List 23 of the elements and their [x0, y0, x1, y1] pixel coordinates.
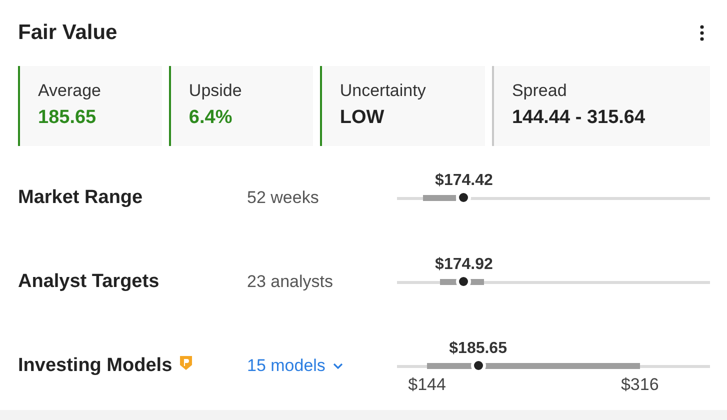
widget-title: Fair Value [18, 21, 118, 45]
more-options-icon [700, 25, 704, 41]
axis-label: $144 [408, 374, 446, 394]
row-label: Investing Models [18, 355, 172, 377]
price-label: $185.65 [449, 340, 507, 358]
metric-label: Upside [188, 81, 243, 101]
metric-label: Uncertainty [340, 81, 427, 101]
metric-value: 144.44 - 315.64 [512, 107, 646, 129]
metric-label: Average [38, 81, 102, 101]
price-label: $174.92 [435, 256, 493, 274]
range-bar [422, 195, 456, 201]
metric-value: LOW [340, 107, 386, 129]
models-link[interactable]: 15 models [247, 356, 344, 376]
row-label: Market Range [18, 187, 143, 209]
price-label: $174.42 [435, 172, 493, 190]
row-detail: 52 weeks [247, 188, 319, 207]
axis-label: $316 [620, 374, 659, 394]
metric-value: 185.65 [38, 107, 98, 129]
row-label: Analyst Targets [18, 271, 160, 293]
row-detail: 23 analysts [247, 272, 333, 291]
metric-value: 6.4% [188, 107, 234, 129]
chevron-down-icon [333, 363, 344, 369]
metric-label: Spread [512, 81, 568, 101]
